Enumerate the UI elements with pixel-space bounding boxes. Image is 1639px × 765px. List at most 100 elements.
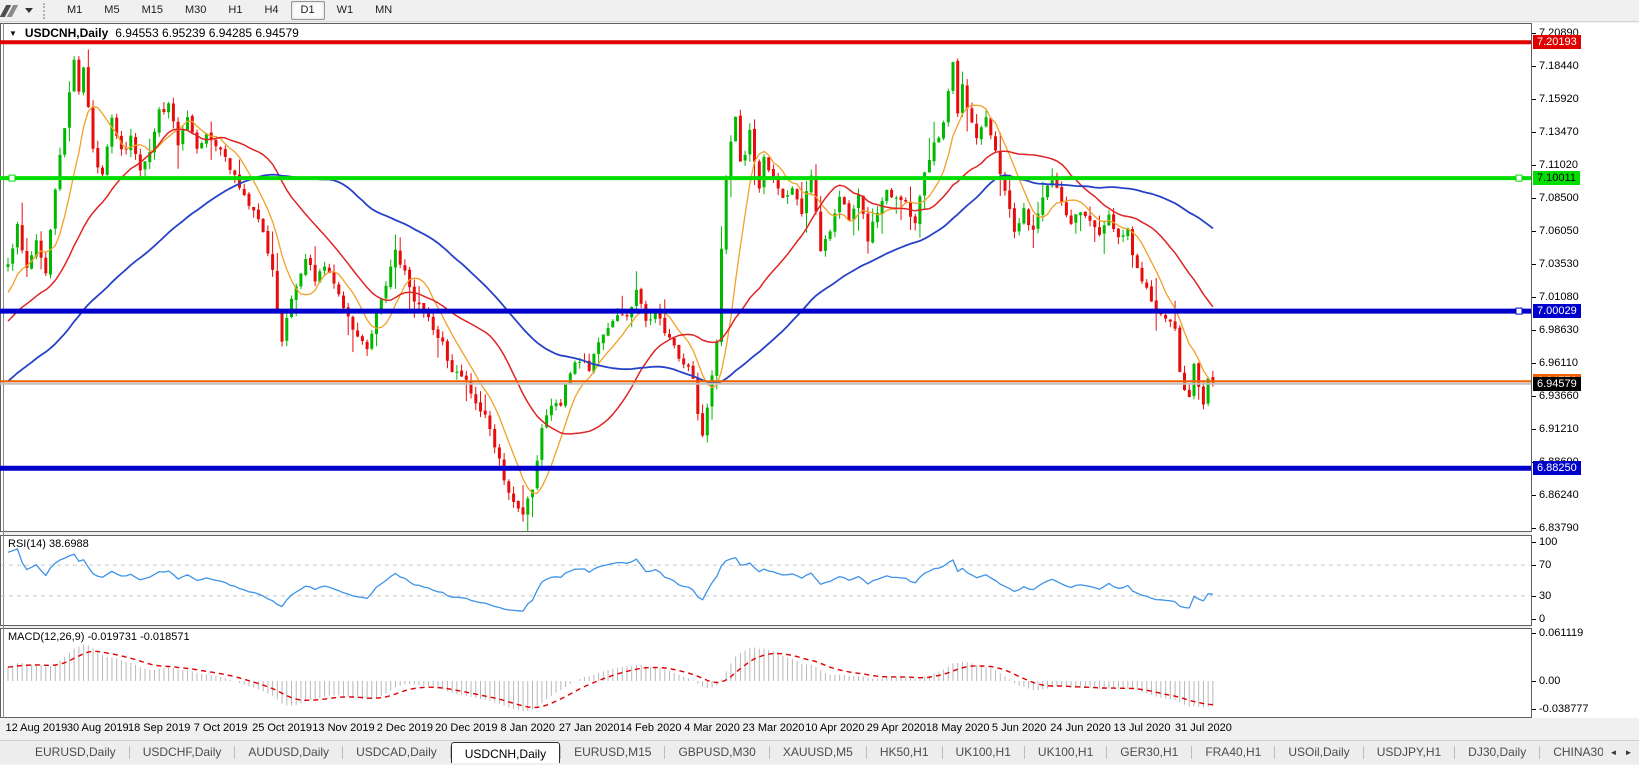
tab-scroll-right-button[interactable]: ► (1622, 745, 1635, 760)
tab-uk100-h1[interactable]: UK100,H1 (1025, 742, 1106, 763)
timeframe-button-w1[interactable]: W1 (327, 1, 364, 20)
candle-body (412, 286, 416, 302)
timeframe-button-m30[interactable]: M30 (175, 1, 216, 20)
candle-body (162, 109, 166, 112)
tab-fra40-h1[interactable]: FRA40,H1 (1192, 742, 1274, 763)
candle-body (951, 62, 955, 91)
candle-body (200, 143, 204, 149)
date-axis[interactable]: 12 Aug 2019 30 Aug 2019 18 Sep 2019 7 Oct 2… (0, 718, 1639, 740)
candle-body (39, 240, 43, 258)
candle-body (96, 148, 100, 168)
top-toolbar: M1 M5 M15 M30 H1 H4 D1 W1 MN (0, 0, 1639, 22)
candle-body (181, 130, 185, 145)
candle-body (705, 407, 709, 436)
candle-body (285, 317, 289, 341)
hline-handle[interactable] (1515, 307, 1523, 315)
tab-eurusd-daily[interactable]: EURUSD,Daily (22, 742, 129, 763)
candle-body (460, 370, 464, 377)
ma-slow-line (7, 173, 1214, 384)
candle-body (842, 197, 846, 205)
candle-body (904, 200, 908, 202)
candle-body (1027, 209, 1031, 226)
date-tick-label: 8 Jan 2020 (500, 722, 555, 734)
date-tick-label: 27 Jan 2020 (558, 722, 620, 734)
candle-body (1060, 186, 1064, 202)
tab-eurusd-m15[interactable]: EURUSD,M15 (561, 742, 664, 763)
candle-body (223, 149, 227, 157)
candle-body (431, 316, 435, 330)
toolbar-grip-handle[interactable] (43, 2, 48, 19)
candle-body (1187, 389, 1191, 397)
macd-chart-canvas[interactable] (0, 628, 1531, 718)
tab-audusd-daily[interactable]: AUDUSD,Daily (235, 742, 342, 763)
candle-body (228, 158, 232, 170)
timeframe-button-m5[interactable]: M5 (94, 1, 129, 20)
application-window: M1 M5 M15 M30 H1 H4 D1 W1 MN ▼ USDCNH,Daily 6.94… (0, 0, 1639, 765)
tab-usdjpy-h1[interactable]: USDJPY,H1 (1364, 742, 1454, 763)
candle-body (488, 415, 492, 429)
price-chart-canvas[interactable] (0, 23, 1531, 532)
hline-handle[interactable] (8, 174, 16, 182)
tab-gbpusd-m30[interactable]: GBPUSD,M30 (665, 742, 768, 763)
price-axis-strip[interactable] (1532, 23, 1639, 718)
candle-body (58, 154, 62, 190)
candle-body (1116, 228, 1120, 238)
ma-mid-line (7, 128, 1214, 435)
timeframe-button-mn[interactable]: MN (365, 1, 402, 20)
candle-body (1164, 315, 1168, 319)
candle-body (597, 342, 601, 354)
candle-body (890, 189, 894, 198)
candle-body (53, 189, 57, 229)
candle-body (994, 136, 997, 151)
tab-scroll-left-button[interactable]: ◄ (1607, 745, 1620, 760)
candle-body (663, 317, 667, 334)
collapse-icon[interactable]: ▼ (9, 29, 17, 38)
tab-hk50-h1[interactable]: HK50,H1 (867, 742, 942, 763)
timeframe-button-m15[interactable]: M15 (132, 1, 173, 20)
tab-uk100-h1[interactable]: UK100,H1 (943, 742, 1024, 763)
candle-body (885, 189, 889, 202)
candle-body (682, 358, 686, 365)
rsi-chart-canvas[interactable] (0, 535, 1531, 626)
tab-usdcad-daily[interactable]: USDCAD,Daily (343, 742, 450, 763)
candle-body (280, 311, 284, 342)
candle-body (219, 147, 223, 150)
candle-body (441, 337, 445, 342)
candle-body (91, 107, 95, 149)
candle-body (786, 195, 790, 197)
chart-tab-bar: EURUSD,Daily USDCHF,Daily AUDUSD,Daily USDC… (0, 740, 1639, 763)
tab-xauusd-m5[interactable]: XAUUSD,M5 (770, 742, 866, 763)
candle-body (261, 218, 265, 233)
candle-body (880, 200, 884, 214)
candle-body (549, 405, 553, 416)
dropdown-arrow-icon[interactable] (25, 8, 33, 13)
timeframe-button-h1[interactable]: H1 (218, 1, 252, 20)
hline-handle[interactable] (1515, 174, 1523, 182)
chart-ohlc-values: 6.94553 6.95239 6.94285 6.94579 (115, 26, 299, 40)
candle-body (375, 312, 378, 335)
tab-usdcnh-daily[interactable]: USDCNH,Daily (450, 741, 561, 763)
candle-body (365, 341, 369, 350)
candle-body (105, 146, 109, 175)
candle-body (512, 493, 516, 502)
candle-body (672, 338, 676, 346)
candle-body (356, 330, 360, 337)
candle-body (942, 122, 945, 139)
tab-usdchf-daily[interactable]: USDCHF,Daily (130, 742, 235, 763)
price-layers (6, 49, 1215, 531)
candle-body (1149, 286, 1153, 302)
tab-dj30-daily[interactable]: DJ30,Daily (1455, 742, 1539, 763)
candle-body (445, 341, 449, 361)
chart-tools-icon[interactable] (0, 3, 21, 19)
timeframe-button-d1[interactable]: D1 (290, 1, 325, 20)
timeframe-button-m1[interactable]: M1 (57, 1, 92, 20)
tab-ger30-h1[interactable]: GER30,H1 (1107, 742, 1191, 763)
candle-body (913, 216, 917, 224)
date-tick-label: 12 Aug 2019 (5, 722, 68, 734)
timeframe-button-h4[interactable]: H4 (254, 1, 288, 20)
candle-body (308, 258, 312, 265)
tab-usoil-daily[interactable]: USOil,Daily (1275, 742, 1362, 763)
candle-body (233, 170, 237, 175)
candle-body (176, 121, 180, 146)
tab-china300-h4[interactable]: CHINA300,H4 (1540, 742, 1603, 763)
